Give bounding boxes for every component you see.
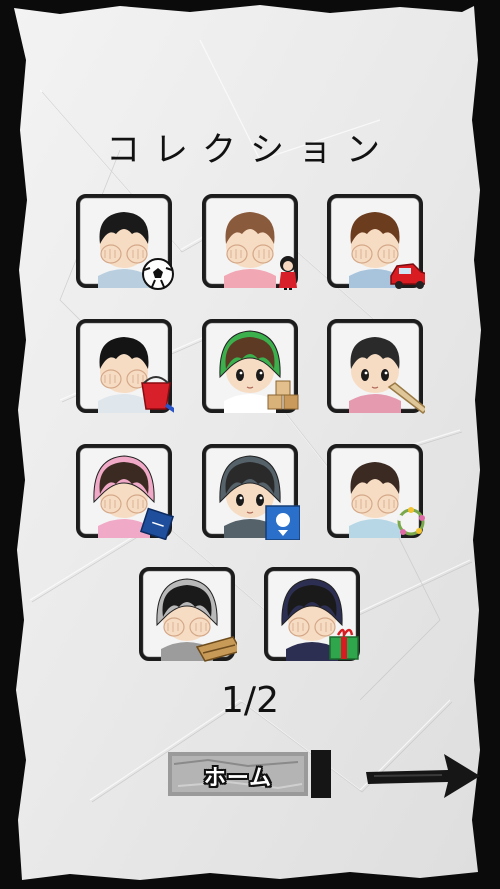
character-portrait	[202, 444, 300, 540]
soccer-ball-icon	[142, 258, 174, 290]
collection-slot[interactable]	[74, 317, 174, 415]
character-portrait	[76, 444, 174, 540]
character-figure	[98, 212, 150, 288]
character-portrait	[327, 444, 425, 538]
character-figure	[98, 337, 150, 413]
collection-slot[interactable]	[200, 192, 300, 290]
character-portrait	[139, 567, 237, 662]
page-title: コレクション	[106, 130, 394, 170]
collection-slot[interactable]	[262, 565, 362, 663]
collection-slot[interactable]	[74, 442, 174, 540]
collection-slot[interactable]	[325, 442, 425, 540]
collection-slot[interactable]	[200, 442, 300, 540]
home-button-label: ホーム	[203, 766, 273, 791]
character-portrait	[327, 194, 425, 289]
character-portrait	[327, 319, 425, 414]
collection-slot[interactable]	[200, 317, 300, 415]
photo-card-icon	[265, 505, 300, 540]
collection-slot[interactable]	[325, 192, 425, 290]
collection-slot[interactable]	[137, 565, 237, 663]
character-figure	[224, 212, 276, 288]
character-portrait	[264, 567, 360, 661]
character-portrait	[202, 319, 299, 413]
character-portrait	[76, 194, 174, 290]
home-button[interactable]: ホーム	[168, 750, 336, 798]
doll-icon	[279, 256, 297, 290]
collection-screen: コレクション 1/2 ホーム	[0, 0, 500, 889]
collection-slot[interactable]	[74, 192, 174, 290]
collection-slot[interactable]	[325, 317, 425, 415]
arrow-right-icon[interactable]	[364, 746, 482, 802]
page-indicator: 1/2	[221, 680, 279, 721]
character-portrait	[202, 194, 298, 290]
character-portrait	[76, 319, 174, 413]
home-button-bar	[311, 750, 331, 798]
character-figure	[349, 462, 401, 538]
character-figure	[349, 337, 401, 413]
